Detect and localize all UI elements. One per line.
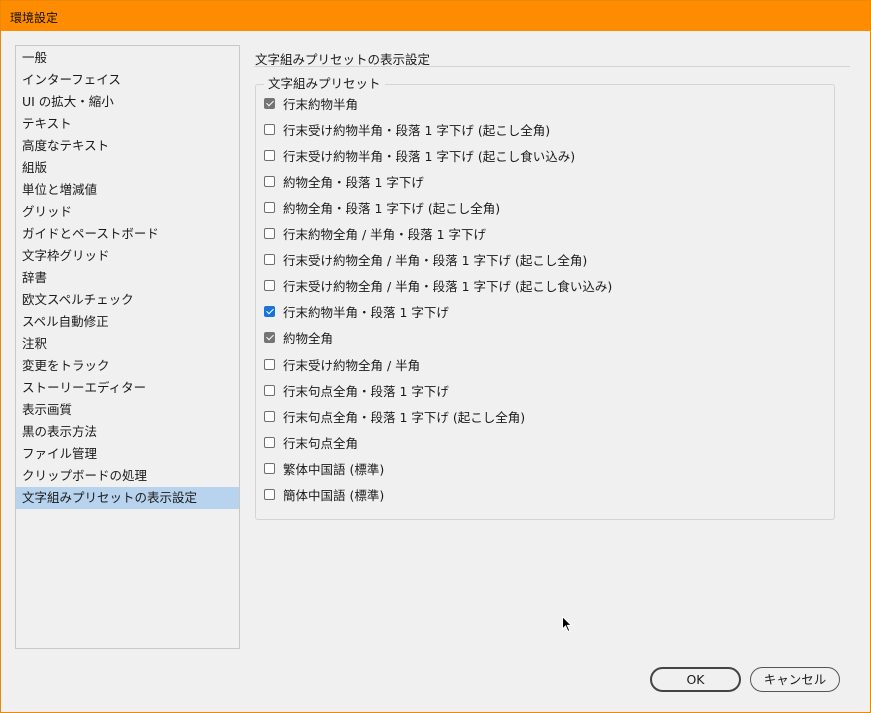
option-label: 繁体中国語 (標準) [283, 461, 385, 477]
option-label: 約物全角 [283, 331, 334, 347]
checkbox[interactable] [264, 175, 275, 187]
sidebar-item[interactable]: 文字枠グリッド [16, 245, 239, 267]
option-label: 行末受け約物半角・段落 1 字下げ (起こし食い込み) [283, 148, 576, 164]
preset-option[interactable]: 行末句点全角 [264, 432, 824, 452]
preset-option[interactable]: 約物全角 [264, 328, 824, 348]
ok-button[interactable]: OK [650, 667, 741, 692]
category-list[interactable]: 一般 インターフェイス UI の拡大・縮小 テキスト 高度なテキスト 組版 単位と増減値 グリ… [15, 45, 240, 649]
sidebar-item[interactable]: 一般 [16, 47, 239, 69]
checkbox[interactable] [264, 462, 275, 474]
preset-option[interactable]: 行末受け約物半角・段落 1 字下げ (起こし食い込み) [264, 145, 824, 165]
checkbox[interactable] [264, 201, 275, 213]
preset-option[interactable]: 行末約物全角 / 半角・段落 1 字下げ [264, 224, 824, 244]
option-label: 行末約物半角 [283, 96, 359, 112]
option-label: 行末約物半角・段落 1 字下げ [283, 305, 449, 321]
sidebar-item[interactable]: UI の拡大・縮小 [16, 91, 239, 113]
option-label: 行末句点全角・段落 1 字下げ (起こし全角) [283, 409, 526, 425]
sidebar-item[interactable]: ストーリーエディター [16, 377, 239, 399]
page-title: 文字組みプリセットの表示設定 [255, 52, 431, 67]
preset-option[interactable]: 行末受け約物半角・段落 1 字下げ (起こし全角) [264, 119, 824, 139]
sidebar-item[interactable]: ガイドとペーストボード [16, 223, 239, 245]
title-bar[interactable]: 環境設定 [1, 1, 870, 31]
sidebar-item[interactable]: クリップボードの処理 [16, 465, 239, 487]
checkbox[interactable] [264, 228, 275, 239]
option-label: 行末受け約物全角 / 半角 [283, 357, 421, 373]
mouse-cursor-icon [562, 616, 572, 633]
sidebar-item[interactable]: インターフェイス [16, 69, 239, 91]
preset-option[interactable]: 行末受け約物全角 / 半角・段落 1 字下げ (起こし全角) [264, 250, 824, 270]
option-label: 行末受け約物半角・段落 1 字下げ (起こし全角) [283, 122, 551, 138]
group-label: 文字組みプリセット [264, 75, 385, 93]
option-label: 約物全角・段落 1 字下げ (起こし全角) [283, 200, 501, 216]
preset-option[interactable]: 繁体中国語 (標準) [264, 458, 824, 478]
sidebar-item[interactable]: テキスト [16, 113, 239, 135]
checkbox[interactable] [264, 436, 275, 448]
cancel-button[interactable]: キャンセル [750, 667, 840, 692]
sidebar-item[interactable]: 欧文スペルチェック [16, 289, 239, 311]
page-header: 文字組みプリセットの表示設定 [254, 47, 850, 67]
preset-option[interactable]: 簡体中国語 (標準) [264, 485, 824, 505]
option-label: 行末約物全角 / 半角・段落 1 字下げ [283, 227, 487, 242]
checkbox[interactable] [264, 358, 275, 370]
checkbox[interactable] [264, 489, 275, 500]
checkbox[interactable] [264, 123, 275, 135]
sidebar-item[interactable]: グリッド [16, 201, 239, 223]
sidebar-item[interactable]: スペル自動修正 [16, 311, 239, 333]
sidebar-item[interactable]: 変更をトラック [16, 355, 239, 377]
preset-option[interactable]: 行末約物半角 [264, 93, 824, 113]
checkbox[interactable] [264, 149, 275, 161]
sidebar-item[interactable]: 文字組みプリセットの表示設定 [16, 487, 239, 509]
window-title: 環境設定 [10, 11, 59, 25]
checkbox[interactable] [264, 97, 275, 109]
sidebar-item[interactable]: 黒の表示方法 [16, 421, 239, 443]
preset-option[interactable]: 約物全角・段落 1 字下げ (起こし全角) [264, 197, 824, 217]
option-label: 行末句点全角・段落 1 字下げ [283, 383, 449, 399]
sidebar-item[interactable]: 注釈 [16, 333, 239, 355]
preset-option[interactable]: 行末句点全角・段落 1 字下げ (起こし全角) [264, 406, 824, 426]
checkbox[interactable] [264, 410, 275, 422]
option-label: 簡体中国語 (標準) [283, 488, 385, 503]
sidebar-item[interactable]: 辞書 [16, 267, 239, 289]
preset-option[interactable]: 行末受け約物全角 / 半角 [264, 354, 824, 374]
checkbox[interactable] [264, 332, 275, 344]
sidebar-item[interactable]: ファイル管理 [16, 443, 239, 465]
checkbox[interactable] [264, 254, 275, 266]
sidebar-item[interactable]: 高度なテキスト [16, 135, 239, 157]
sidebar-item[interactable]: 組版 [16, 157, 239, 179]
sidebar-item[interactable]: 単位と増減値 [16, 179, 239, 201]
preset-option[interactable]: 行末句点全角・段落 1 字下げ [264, 380, 824, 400]
option-label: 約物全角・段落 1 字下げ [283, 174, 424, 190]
checkbox[interactable] [264, 384, 275, 396]
sidebar-item[interactable]: 表示画質 [16, 399, 239, 421]
checkbox[interactable] [264, 280, 275, 292]
preset-option[interactable]: 行末約物半角・段落 1 字下げ [264, 302, 824, 322]
preset-option[interactable]: 約物全角・段落 1 字下げ [264, 171, 824, 191]
option-label: 行末受け約物全角 / 半角・段落 1 字下げ (起こし食い込み) [283, 279, 613, 295]
option-label: 行末句点全角 [283, 435, 359, 451]
preset-option[interactable]: 行末受け約物全角 / 半角・段落 1 字下げ (起こし食い込み) [264, 276, 824, 296]
option-label: 行末受け約物全角 / 半角・段落 1 字下げ (起こし全角) [283, 253, 588, 269]
checkbox[interactable] [264, 306, 275, 318]
